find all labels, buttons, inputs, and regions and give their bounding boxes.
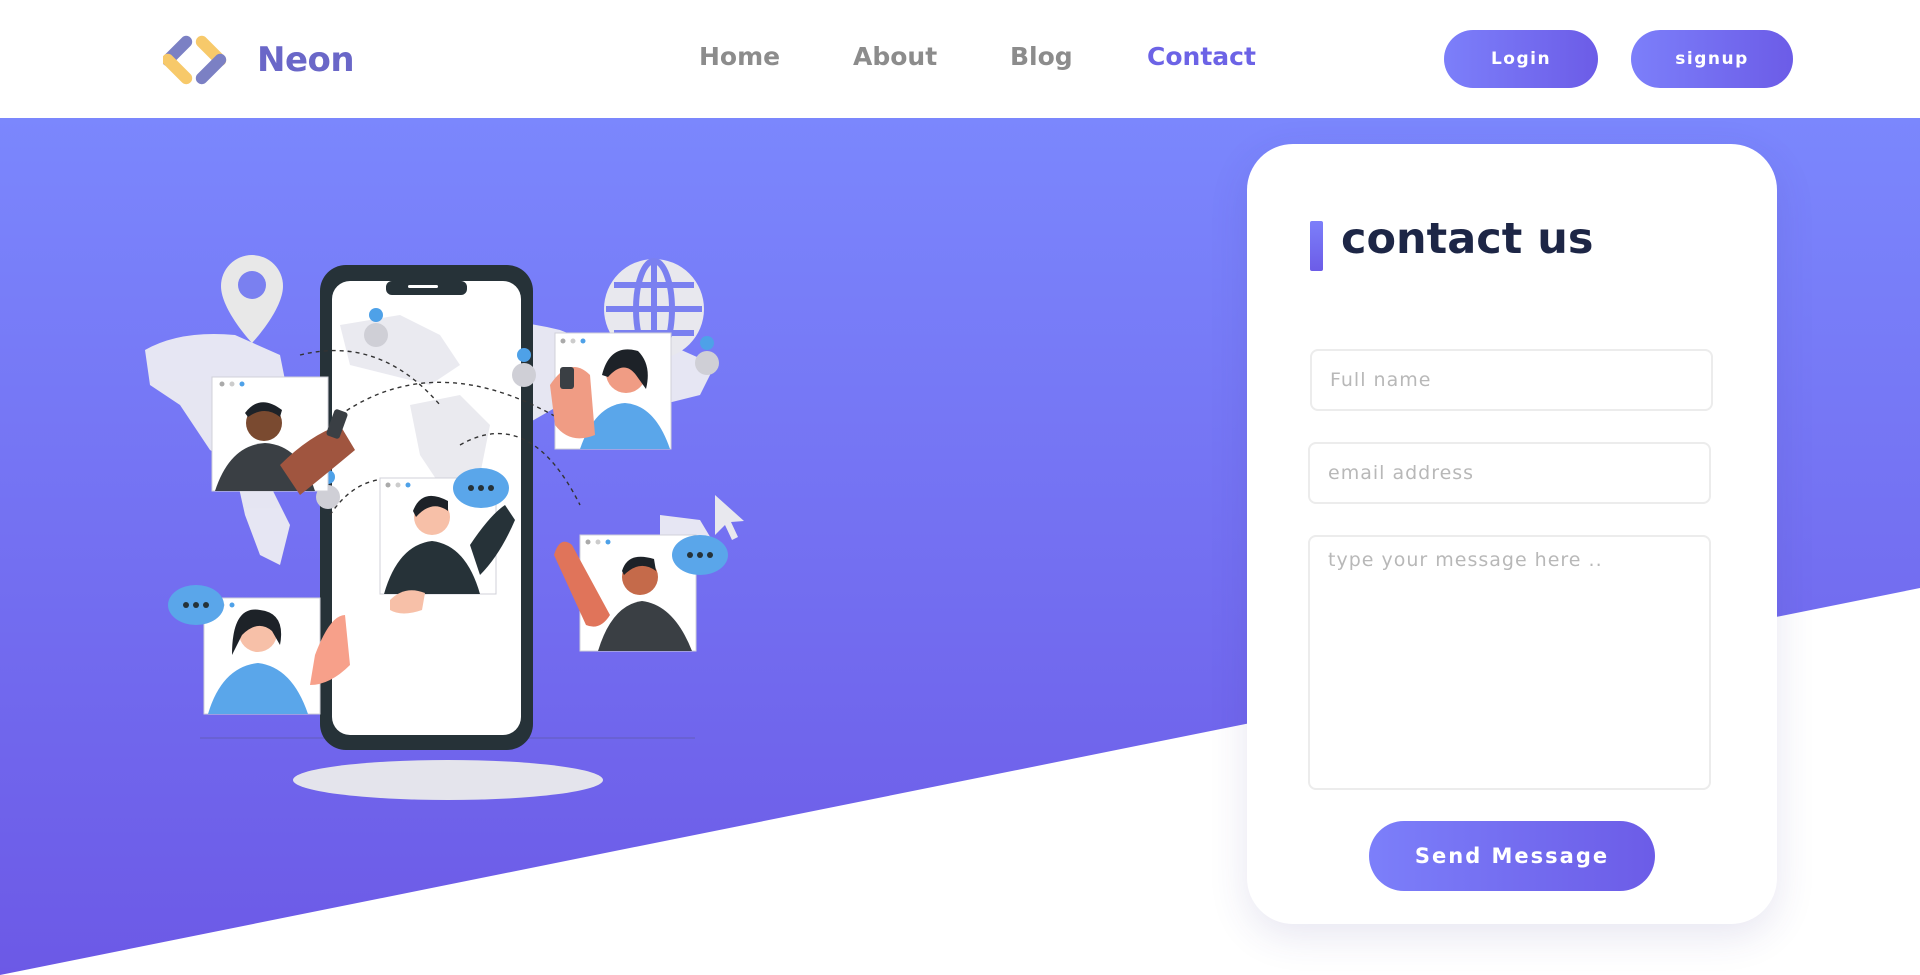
brand-logo[interactable]: Neon — [163, 30, 355, 90]
nav-about[interactable]: About — [853, 42, 937, 71]
nav-blog[interactable]: Blog — [1010, 42, 1073, 71]
message-textarea[interactable] — [1308, 535, 1711, 790]
contact-title: contact us — [1341, 214, 1594, 264]
send-message-button[interactable]: Send Message — [1369, 821, 1655, 891]
global-communication-illustration — [145, 255, 744, 800]
site-header: Neon Home About Blog Contact Login signu… — [0, 0, 1920, 118]
contact-card: contact us Send Message — [1247, 144, 1777, 924]
email-input[interactable] — [1308, 442, 1711, 504]
brand-name: Neon — [257, 40, 355, 80]
signup-button[interactable]: signup — [1631, 30, 1793, 88]
neon-logo-icon — [163, 35, 227, 85]
login-button[interactable]: Login — [1444, 30, 1598, 88]
nav-contact[interactable]: Contact — [1147, 42, 1256, 71]
nav-home[interactable]: Home — [699, 42, 780, 71]
fullname-input[interactable] — [1310, 349, 1713, 411]
title-accent-bar — [1310, 221, 1323, 271]
